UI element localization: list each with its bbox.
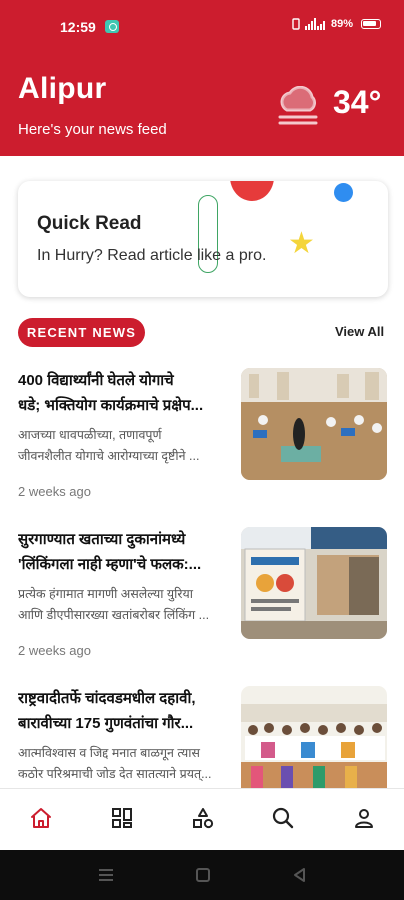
nav-categories[interactable] <box>107 803 137 833</box>
news-item[interactable]: 400 विद्यार्थ्यांनी घेतले योगाचे धडे; भक… <box>18 368 388 502</box>
news-title: सुरगाण्यात खताच्या दुकानांमध्ये 'लिंकिंग… <box>18 531 202 573</box>
system-nav-bar <box>0 850 404 900</box>
decor-blue-dot <box>334 183 353 202</box>
city-name: Alipur <box>18 72 107 105</box>
view-all-link[interactable]: View All <box>335 324 384 339</box>
status-indicators: 89% <box>291 18 382 30</box>
header-subtitle: Here's your news feed <box>18 121 167 138</box>
news-title: 400 विद्यार्थ्यांनी घेतले योगाचे धडे; भक… <box>18 372 204 414</box>
signal-icon <box>305 18 325 30</box>
news-snippet: आजच्या धावपळीच्या, तणावपूर्ण जीवनशैलीत य… <box>18 428 200 463</box>
news-thumbnail <box>241 527 387 639</box>
recent-news-badge: RECENT NEWS <box>18 318 145 347</box>
battery-percent: 89% <box>331 18 354 30</box>
news-thumbnail <box>241 368 387 480</box>
news-item[interactable]: राष्ट्रवादीतर्फे चांदवडमधील दहावी, बाराव… <box>18 686 388 798</box>
search-icon <box>272 807 294 829</box>
vibrate-icon <box>292 18 300 30</box>
news-snippet: प्रत्येक हंगामात मागणी असलेल्या युरिया आ… <box>18 587 210 622</box>
news-time: 2 weeks ago <box>18 484 91 499</box>
app-notification-icon <box>105 20 119 33</box>
menu-icon[interactable] <box>98 867 114 883</box>
battery-icon <box>361 19 382 29</box>
quick-read-subtitle: In Hurry? Read article like a pro. <box>37 247 267 264</box>
news-time: 2 weeks ago <box>18 643 91 658</box>
quick-read-title: Quick Read <box>37 213 142 234</box>
nav-home[interactable] <box>26 803 56 833</box>
status-time: 12:59 <box>60 19 96 35</box>
nav-search[interactable] <box>268 803 298 833</box>
news-thumbnail <box>241 686 387 798</box>
nav-profile[interactable] <box>349 803 379 833</box>
status-bar: 12:59 89% <box>0 0 404 52</box>
news-item[interactable]: सुरगाण्यात खताच्या दुकानांमध्ये 'लिंकिंग… <box>18 527 388 661</box>
cloud-icon <box>278 86 318 125</box>
news-snippet: आत्मविश्वास व जिद्द मनात बाळगून त्यास कठ… <box>18 746 212 781</box>
profile-icon <box>355 809 373 828</box>
home-icon <box>31 808 51 828</box>
back-icon[interactable] <box>292 867 308 883</box>
news-title: राष्ट्रवादीतर्फे चांदवडमधील दहावी, बाराव… <box>18 690 196 732</box>
quick-read-card[interactable]: ★ Quick Read In Hurry? Read article like… <box>18 181 388 297</box>
home-button-icon[interactable] <box>195 867 211 883</box>
decor-red-circle <box>230 181 274 201</box>
star-icon: ★ <box>288 227 315 260</box>
nav-explore[interactable] <box>188 803 218 833</box>
shapes-icon <box>193 808 214 829</box>
app-header: 12:59 89% Alipur Here's your news feed 3… <box>0 0 404 156</box>
grid-icon <box>112 808 132 828</box>
temperature: 34° <box>333 84 382 120</box>
bottom-nav <box>0 788 404 850</box>
